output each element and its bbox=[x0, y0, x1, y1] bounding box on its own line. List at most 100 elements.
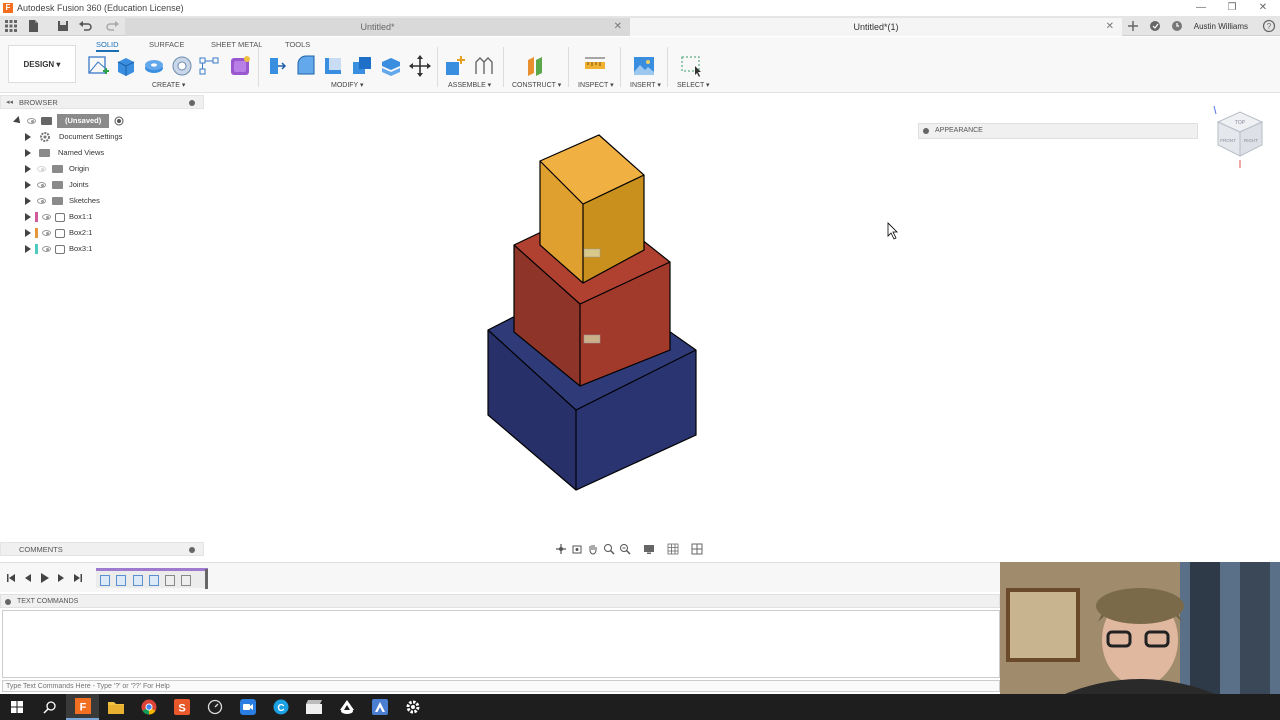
tab-sheet-metal[interactable]: SHEET METAL bbox=[211, 40, 262, 49]
select-group-label[interactable]: SELECT ▾ bbox=[677, 81, 710, 89]
text-commands-title: TEXT COMMANDS bbox=[17, 598, 79, 605]
taskbar-chrome[interactable] bbox=[132, 694, 165, 720]
timeline-feature[interactable] bbox=[100, 575, 110, 586]
file-menu-icon[interactable] bbox=[26, 19, 40, 33]
create-group-label[interactable]: CREATE ▾ bbox=[152, 81, 185, 89]
save-icon[interactable] bbox=[56, 19, 70, 33]
extrude-icon[interactable] bbox=[114, 54, 138, 78]
text-commands-header[interactable]: TEXT COMMANDS bbox=[0, 594, 1000, 608]
pattern-icon[interactable] bbox=[198, 54, 222, 78]
combine-icon[interactable] bbox=[350, 54, 374, 78]
viewports-icon[interactable] bbox=[691, 543, 703, 555]
help-icon[interactable]: ? bbox=[1262, 19, 1276, 33]
hole-icon[interactable] bbox=[170, 54, 194, 78]
start-button[interactable] bbox=[0, 694, 33, 720]
appearance-panel-header[interactable]: APPEARANCE bbox=[918, 123, 1198, 139]
taskbar-settings[interactable] bbox=[396, 694, 429, 720]
move-copy-icon[interactable] bbox=[408, 54, 432, 78]
taskbar-sublime[interactable]: S bbox=[165, 694, 198, 720]
grid-snaps-icon[interactable] bbox=[667, 543, 679, 555]
search-button[interactable] bbox=[33, 694, 66, 720]
create-sketch-icon[interactable] bbox=[86, 54, 110, 78]
pan-hand-icon[interactable] bbox=[587, 543, 599, 555]
tab-label: Untitled* bbox=[360, 22, 395, 32]
step-forward-icon[interactable] bbox=[55, 572, 67, 584]
timeline-track[interactable] bbox=[96, 568, 208, 588]
tab-label: Untitled*(1) bbox=[853, 22, 899, 32]
window-select-icon[interactable] bbox=[680, 54, 704, 78]
timeline-feature[interactable] bbox=[116, 575, 126, 586]
text-commands-output[interactable] bbox=[2, 610, 1000, 678]
play-icon[interactable] bbox=[38, 572, 50, 584]
panel-pin-icon[interactable] bbox=[5, 599, 11, 605]
tab-untitled-1[interactable]: Untitled*(1) ✕ bbox=[630, 18, 1122, 36]
go-to-start-icon[interactable] bbox=[5, 572, 17, 584]
press-pull-icon[interactable] bbox=[264, 54, 288, 78]
autodesk-a-icon bbox=[371, 699, 388, 715]
job-status-icon[interactable] bbox=[1148, 19, 1162, 33]
workspace-switcher[interactable]: DESIGN ▾ bbox=[8, 45, 76, 83]
create-form-icon[interactable] bbox=[228, 54, 252, 78]
shell-icon[interactable] bbox=[322, 54, 346, 78]
webcam-overlay bbox=[1000, 562, 1280, 696]
taskbar-clapper-app[interactable] bbox=[297, 694, 330, 720]
minimize-button[interactable]: — bbox=[1186, 0, 1216, 16]
insert-image-icon[interactable] bbox=[632, 54, 656, 78]
taskbar-fusion360[interactable]: F bbox=[66, 694, 99, 720]
timeline-feature[interactable] bbox=[165, 575, 175, 586]
fusion-360-window: F Autodesk Fusion 360 (Education License… bbox=[0, 0, 1280, 720]
panel-pin-icon[interactable] bbox=[923, 128, 929, 134]
timeline-marker[interactable] bbox=[205, 569, 208, 589]
taskbar-inkscape[interactable] bbox=[330, 694, 363, 720]
taskbar-file-explorer[interactable] bbox=[99, 694, 132, 720]
construct-group-label[interactable]: CONSTRUCT ▾ bbox=[512, 81, 561, 89]
assemble-group-label[interactable]: ASSEMBLE ▾ bbox=[448, 81, 491, 89]
tab-tools[interactable]: TOOLS bbox=[285, 40, 310, 49]
joint-icon[interactable] bbox=[472, 54, 496, 78]
app-grid-icon[interactable] bbox=[4, 19, 18, 33]
new-component-icon[interactable] bbox=[443, 54, 467, 78]
redo-icon[interactable] bbox=[106, 19, 120, 33]
taskbar-cortana-app[interactable]: C bbox=[264, 694, 297, 720]
measure-icon[interactable] bbox=[583, 54, 607, 78]
split-body-icon[interactable] bbox=[379, 54, 403, 78]
insert-group-label[interactable]: INSERT ▾ bbox=[630, 81, 661, 89]
close-tab-icon[interactable]: ✕ bbox=[614, 18, 622, 36]
3d-viewport[interactable]: TOP FRONT RIGHT bbox=[0, 95, 1280, 560]
comments-header[interactable]: COMMENTS bbox=[0, 542, 204, 556]
fillet-icon[interactable] bbox=[294, 54, 318, 78]
display-settings-icon[interactable] bbox=[643, 543, 655, 555]
timeline-feature[interactable] bbox=[181, 575, 191, 586]
video-editor-icon bbox=[305, 700, 322, 714]
go-to-end-icon[interactable] bbox=[72, 572, 84, 584]
close-window-button[interactable]: ✕ bbox=[1248, 0, 1278, 16]
close-tab-icon[interactable]: ✕ bbox=[1106, 18, 1114, 36]
user-name[interactable]: Austin Williams bbox=[1194, 22, 1248, 31]
taskbar-autodesk-app[interactable] bbox=[363, 694, 396, 720]
taskbar-clock-app[interactable] bbox=[198, 694, 231, 720]
tab-untitled[interactable]: Untitled* ✕ bbox=[125, 18, 630, 36]
view-cube[interactable]: TOP FRONT RIGHT bbox=[1213, 105, 1264, 168]
look-at-icon[interactable] bbox=[571, 543, 583, 555]
fit-icon[interactable] bbox=[619, 543, 631, 555]
restore-button[interactable]: ❐ bbox=[1217, 0, 1247, 16]
orbit-icon[interactable] bbox=[555, 543, 567, 555]
panel-pin-icon[interactable] bbox=[189, 547, 195, 553]
zoom-icon[interactable] bbox=[603, 543, 615, 555]
new-tab-plus-icon[interactable] bbox=[1126, 19, 1140, 33]
timeline-feature[interactable] bbox=[149, 575, 159, 586]
tab-surface[interactable]: SURFACE bbox=[149, 40, 184, 49]
step-back-icon[interactable] bbox=[22, 572, 34, 584]
offset-plane-icon[interactable] bbox=[523, 54, 547, 78]
taskbar-camera-app[interactable] bbox=[231, 694, 264, 720]
timeline-feature[interactable] bbox=[133, 575, 143, 586]
toolbar-separator bbox=[620, 47, 621, 87]
revolve-icon[interactable] bbox=[142, 54, 166, 78]
tab-solid[interactable]: SOLID bbox=[96, 40, 119, 52]
modify-group-label[interactable]: MODIFY ▾ bbox=[331, 81, 364, 89]
undo-icon[interactable] bbox=[78, 19, 92, 33]
gear-icon bbox=[406, 700, 419, 714]
text-command-input[interactable] bbox=[2, 680, 1000, 692]
inspect-group-label[interactable]: INSPECT ▾ bbox=[578, 81, 614, 89]
notifications-clock-icon[interactable] bbox=[1170, 19, 1184, 33]
